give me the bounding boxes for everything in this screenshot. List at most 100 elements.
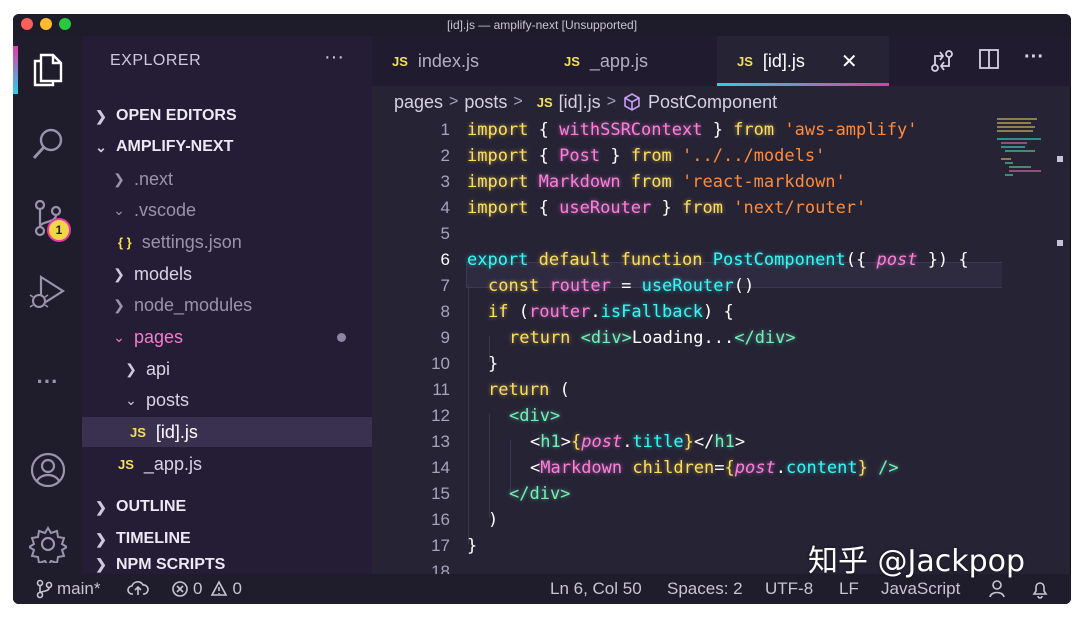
- breadcrumb: pages > posts > JS [id].js > PostCompone…: [394, 91, 778, 113]
- tree-item-settings-json[interactable]: { } settings.json: [82, 227, 372, 257]
- line-number: 9: [440, 328, 450, 347]
- code-line-1: import { withSSRContext } from 'aws-ampl…: [467, 120, 918, 140]
- code-line-16: ): [488, 510, 499, 530]
- code-line-12: <div>: [509, 406, 561, 426]
- watermark: 知乎 @Jackpop: [808, 544, 1026, 579]
- notifications-button[interactable]: [1031, 579, 1049, 599]
- breadcrumb-pages[interactable]: pages: [394, 92, 443, 113]
- run-debug-icon: [29, 274, 65, 308]
- tree-item-app-js[interactable]: JS _app.js: [82, 449, 372, 479]
- tab-id-js[interactable]: JS [id].js ✕: [717, 36, 889, 86]
- code-line-8: if (router.isFallback) {: [488, 302, 734, 322]
- cursor-position[interactable]: Ln 6, Col 50: [550, 579, 642, 599]
- code-editor[interactable]: 1 2 3 4 5 6 7 8 9 10 11 12 13 14 15 16 17 18 import { wit…: [372, 116, 1002, 574]
- files-icon: [33, 53, 62, 87]
- breadcrumb-symbol[interactable]: PostComponent: [648, 92, 777, 113]
- minimize-window-button[interactable]: [40, 18, 52, 30]
- compare-changes-icon[interactable]: [930, 48, 954, 74]
- indent-guide: [489, 414, 490, 518]
- js-file-icon: JS: [392, 53, 408, 69]
- chevron-down-icon: ⌄: [113, 201, 125, 218]
- activity-search[interactable]: [13, 114, 82, 174]
- js-file-icon: JS: [130, 424, 146, 440]
- chevron-down-icon: ⌄: [95, 138, 107, 155]
- line-number: 2: [440, 146, 450, 165]
- maximize-window-button[interactable]: [59, 18, 71, 30]
- tree-item-posts[interactable]: ⌄ posts: [82, 385, 372, 415]
- tree-item-api[interactable]: ❯ api: [82, 354, 372, 384]
- activity-more[interactable]: ···: [13, 352, 82, 412]
- chevron-right-icon: ❯: [95, 556, 107, 572]
- section-outline[interactable]: ❯ OUTLINE: [82, 492, 372, 522]
- tree-item-models[interactable]: ❯ models: [82, 259, 372, 289]
- split-editor-icon[interactable]: [978, 48, 1000, 70]
- code-line-7: const router = useRouter(): [488, 276, 755, 296]
- minimap[interactable]: [993, 116, 1053, 216]
- sync-button[interactable]: [127, 579, 149, 597]
- code-line-13: <h1>{post.title}</h1>: [530, 432, 746, 452]
- line-number: 17: [431, 536, 450, 555]
- language-mode[interactable]: JavaScript: [881, 579, 960, 599]
- code-line-11: return (: [488, 380, 570, 400]
- line-number: 7: [440, 276, 450, 295]
- activity-settings[interactable]: [13, 514, 82, 574]
- activity-run-debug[interactable]: [13, 262, 82, 322]
- chevron-right-icon: ❯: [125, 360, 137, 377]
- section-timeline[interactable]: ❯ TIMELINE: [82, 524, 372, 554]
- eol-status[interactable]: LF: [839, 579, 859, 599]
- line-number: 11: [432, 380, 450, 399]
- explorer-title: EXPLORER: [110, 52, 202, 69]
- section-amplify-next[interactable]: ⌄ AMPLIFY-NEXT: [82, 132, 372, 162]
- line-number: 4: [440, 198, 450, 217]
- encoding-status[interactable]: UTF-8: [765, 579, 813, 599]
- tree-item-vscode[interactable]: ⌄ .vscode: [82, 195, 372, 225]
- code-line-3: import Markdown from 'react-markdown': [467, 172, 846, 192]
- js-file-icon: JS: [564, 53, 580, 69]
- gear-icon: [28, 526, 67, 563]
- line-number: 15: [431, 484, 450, 503]
- breadcrumb-file[interactable]: [id].js: [559, 92, 601, 113]
- activity-explorer[interactable]: [13, 40, 82, 100]
- live-share-button[interactable]: [988, 579, 1008, 599]
- scm-badge: 1: [49, 220, 69, 240]
- indent-guide: [468, 284, 469, 544]
- activity-accounts[interactable]: [13, 440, 82, 500]
- git-branch-icon: [36, 579, 53, 599]
- scroll-marker: [1057, 156, 1063, 162]
- code-line-2: import { Post } from '../../models': [467, 146, 826, 166]
- tree-item-next[interactable]: ❯ .next: [82, 164, 372, 194]
- line-number: 10: [431, 354, 450, 373]
- code-line-9: return <div>Loading...</div>: [509, 328, 796, 348]
- tree-item-id-js[interactable]: JS [id].js: [82, 417, 372, 447]
- chevron-right-icon: ❯: [113, 296, 125, 313]
- person-icon: [989, 580, 1005, 598]
- symbol-cube-icon: [624, 93, 640, 111]
- account-icon: [30, 452, 65, 488]
- section-npm-scripts[interactable]: ❯ NPM SCRIPTS: [82, 555, 372, 574]
- close-tab-icon[interactable]: ✕: [841, 49, 858, 74]
- branch-status[interactable]: main*: [35, 579, 100, 599]
- tab-index-js[interactable]: JS index.js: [372, 36, 544, 86]
- breadcrumb-posts[interactable]: posts: [464, 92, 507, 113]
- code-line-14: <Markdown children={post.content} />: [530, 458, 899, 478]
- close-window-button[interactable]: [21, 18, 33, 30]
- chevron-right-icon: ❯: [113, 265, 125, 282]
- json-file-icon: { }: [118, 234, 132, 250]
- problems-status[interactable]: 0 0: [171, 579, 242, 599]
- activity-source-control[interactable]: 1: [13, 188, 82, 248]
- chevron-right-icon: ❯: [113, 170, 125, 187]
- search-icon: [32, 128, 62, 159]
- tree-item-pages[interactable]: ⌄ pages: [82, 322, 372, 352]
- explorer-more-button[interactable]: ···: [324, 46, 344, 69]
- line-number: 8: [440, 302, 450, 321]
- chevron-down-icon: ⌄: [125, 391, 137, 408]
- line-number: 12: [431, 406, 450, 425]
- editor-more-button[interactable]: ···: [1024, 46, 1044, 69]
- tab-app-js[interactable]: JS _app.js: [544, 36, 717, 86]
- section-open-editors[interactable]: ❯ OPEN EDITORS: [82, 101, 372, 131]
- tree-item-node-modules[interactable]: ❯ node_modules: [82, 290, 372, 320]
- window-title: [id].js — amplify-next [Unsupported]: [446, 18, 638, 32]
- indentation-status[interactable]: Spaces: 2: [667, 579, 743, 599]
- code-line-15: </div>: [509, 484, 571, 504]
- line-number: 3: [440, 172, 450, 191]
